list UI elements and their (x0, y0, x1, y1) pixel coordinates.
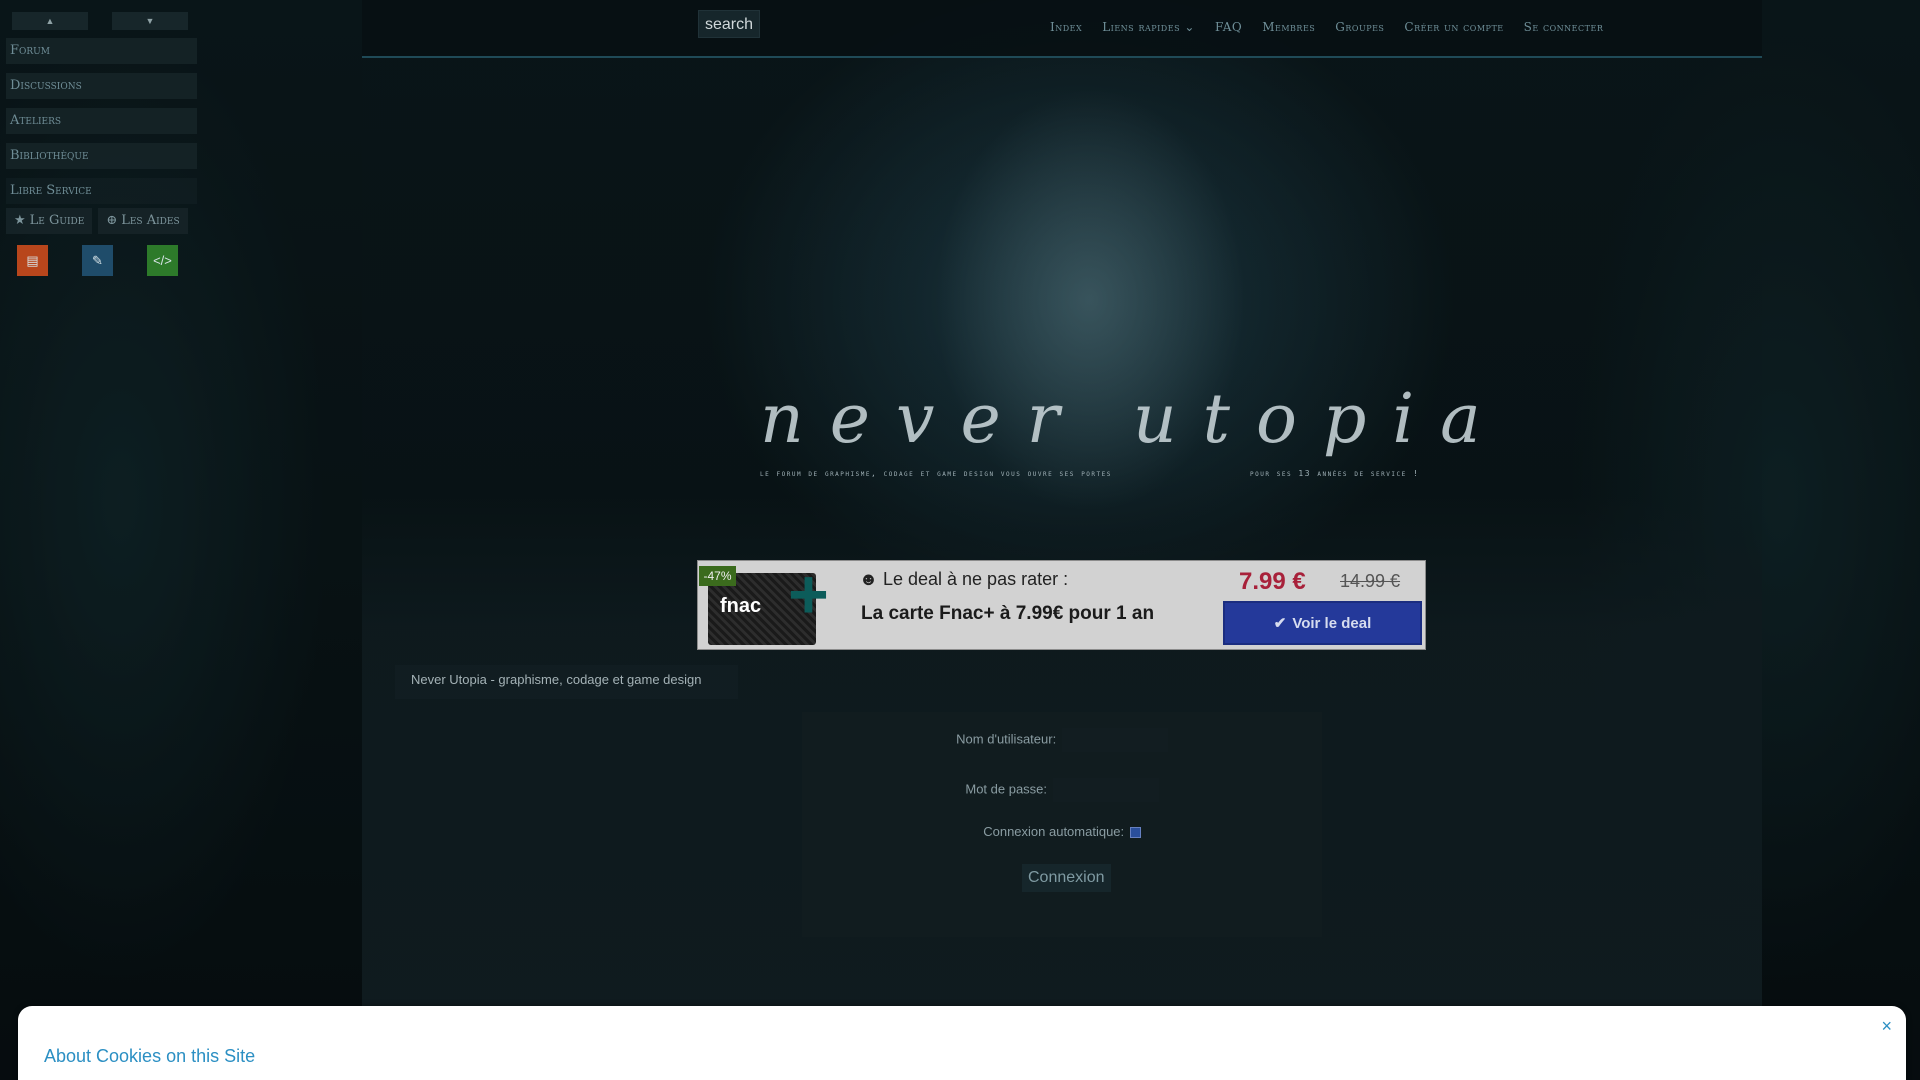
nav-creer-compte[interactable]: Créer un compte (1404, 20, 1503, 34)
sidebar-item-forum[interactable]: Forum (6, 38, 197, 64)
cookie-banner: About Cookies on this Site × (18, 1006, 1906, 1080)
sidebar-guide-buttons: ★ Le Guide ⊕ Les Aides (6, 208, 188, 234)
plus-icon: + (788, 555, 829, 633)
nav-groupes[interactable]: Groupes (1335, 20, 1384, 34)
deal-price: 7.99 € (1239, 568, 1306, 595)
book-icon[interactable]: ▤ (17, 245, 48, 276)
username-row: Nom d'utilisateur: (802, 728, 1322, 752)
login-form: Nom d'utilisateur: Mot de passe: Connexi… (802, 712, 1322, 937)
scroll-up-button[interactable]: ▲ (12, 12, 88, 30)
star-icon: ★ (14, 213, 26, 228)
deal-title: ☻ Le deal à ne pas rater : (859, 569, 1069, 589)
sidebar-item-libre-service[interactable]: Libre Service (6, 178, 197, 204)
aides-button[interactable]: ⊕ Les Aides (98, 208, 188, 234)
nav-liens-rapides[interactable]: Liens rapides ⌄ (1102, 20, 1195, 34)
nav-index[interactable]: Index (1050, 20, 1082, 34)
search-button[interactable]: search (698, 10, 761, 38)
auto-login-label: Connexion automatique: (983, 824, 1125, 839)
deal-subtitle: La carte Fnac+ à 7.99€ pour 1 an (861, 603, 1155, 624)
site-tagline-anniversary: pour ses 13 années de service ! (1250, 469, 1420, 478)
guide-button[interactable]: ★ Le Guide (6, 208, 93, 234)
view-deal-button[interactable]: ✔ Voir le deal (1223, 601, 1422, 645)
breadcrumb[interactable]: Never Utopia - graphisme, codage et game… (395, 665, 738, 699)
nav-faq[interactable]: FAQ (1215, 20, 1242, 34)
password-row: Mot de passe: (802, 778, 1322, 802)
sidebar-item-ateliers[interactable]: Ateliers (6, 108, 197, 134)
sidebar-item-discussions[interactable]: Discussions (6, 73, 197, 99)
caret-up-icon: ▲ (45, 16, 55, 26)
nav-membres[interactable]: Membres (1262, 20, 1315, 34)
discount-badge: -47% (699, 566, 736, 586)
fnac-logo: fnac (720, 595, 762, 617)
sidebar-menu: Forum Discussions Ateliers Bibliothèque … (6, 38, 197, 213)
code-icon[interactable]: </> (147, 245, 178, 276)
chevron-down-icon: ⌄ (1184, 20, 1195, 34)
password-field[interactable] (1052, 778, 1159, 802)
deal-banner[interactable]: fnac + -47% ☻ Le deal à ne pas rater : L… (697, 555, 1426, 650)
top-navbar: search Index Liens rapides ⌄ FAQ Membres… (362, 0, 1762, 58)
login-button[interactable]: Connexion (1022, 864, 1111, 892)
close-icon[interactable]: × (1881, 1016, 1892, 1037)
check-circle-icon: ✔ (1273, 615, 1287, 632)
cookie-title: About Cookies on this Site (44, 1046, 256, 1066)
sidebar-item-bibliotheque[interactable]: Bibliothèque (6, 143, 197, 169)
brush-icon[interactable]: ✎ (82, 245, 113, 276)
auto-login-checkbox[interactable] (1129, 827, 1141, 839)
site-tagline: Le forum de graphisme, codage et game de… (760, 469, 1112, 478)
deal-old-price: 14.99 € (1340, 571, 1401, 591)
scroll-down-button[interactable]: ▼ (112, 12, 188, 30)
password-label: Mot de passe: (965, 781, 1048, 797)
mascot-icon: ☻ (859, 569, 878, 589)
nav-se-connecter[interactable]: Se connecter (1524, 20, 1604, 34)
caret-down-icon: ▼ (145, 16, 155, 26)
sidebar-scroll-arrows: ▲ ▼ (12, 12, 188, 30)
auto-login-row: Connexion automatique: (802, 824, 1322, 839)
site-logo: never utopia (760, 380, 1507, 459)
username-label: Nom d'utilisateur: (956, 731, 1057, 747)
sidebar-icon-row: ▤ ✎ </> (17, 245, 178, 276)
lifebuoy-icon: ⊕ (106, 213, 118, 228)
top-nav-links: Index Liens rapides ⌄ FAQ Membres Groupe… (1050, 20, 1603, 34)
username-field[interactable] (1061, 728, 1168, 752)
